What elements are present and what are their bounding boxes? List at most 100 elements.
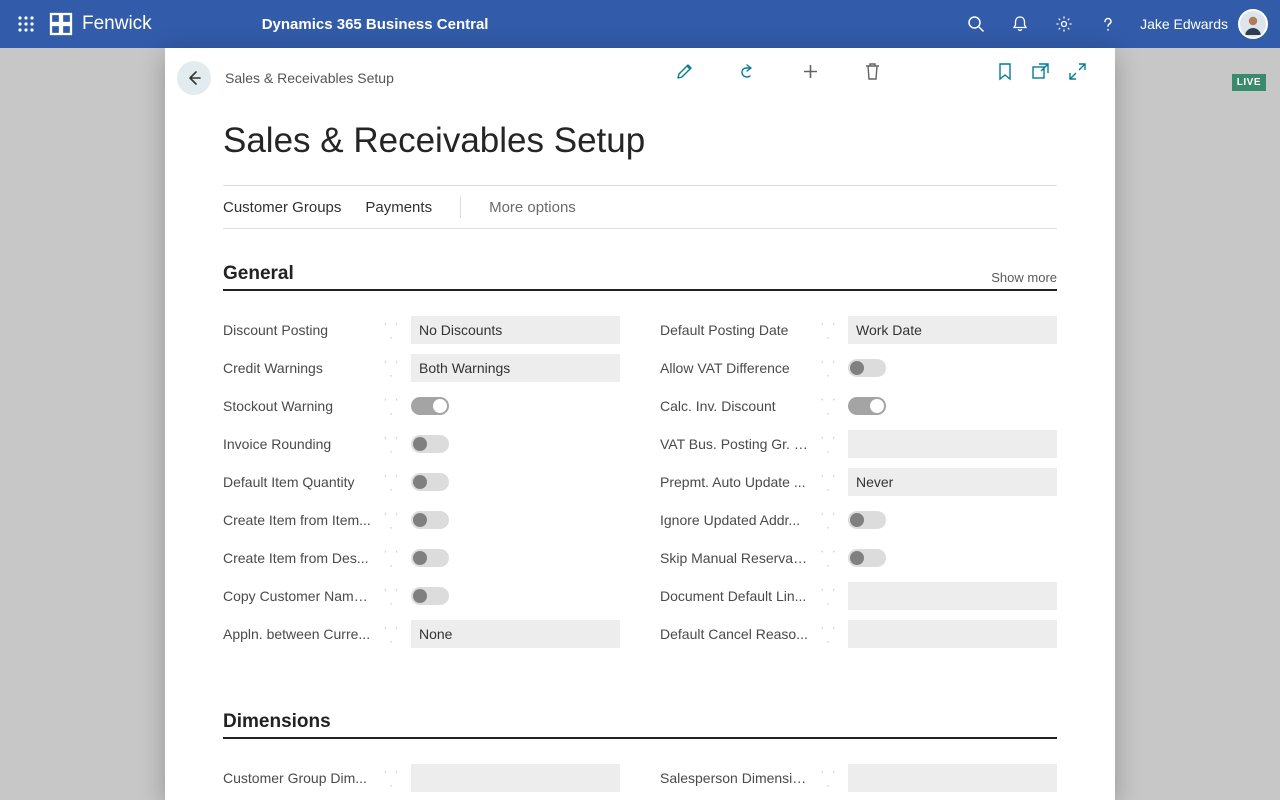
expand-icon (1068, 62, 1087, 81)
trash-icon (864, 62, 881, 81)
toggle[interactable] (411, 397, 449, 415)
field-row: Discount Posting· · · (223, 311, 620, 349)
dots-spacer: · · · (820, 620, 838, 648)
field-label: Discount Posting (223, 322, 373, 338)
field-label: Calc. Inv. Discount (660, 398, 810, 414)
field-input[interactable] (848, 620, 1057, 648)
section-head-general: General Show more (223, 263, 1057, 291)
toggle[interactable] (411, 587, 449, 605)
delete-button[interactable] (864, 62, 881, 81)
brand[interactable]: Fenwick (48, 11, 152, 37)
action-more-options[interactable]: More options (489, 199, 576, 216)
fullscreen-button[interactable] (1068, 62, 1087, 81)
dimensions-grid: Customer Group Dim...· · ·Salesperson Di… (223, 759, 1057, 797)
dots-spacer: · · · (383, 764, 401, 792)
dots-spacer: · · · (820, 468, 838, 496)
field-label: Stockout Warning (223, 398, 373, 414)
dots-spacer: · · · (820, 544, 838, 572)
gear-icon (1055, 15, 1073, 33)
app-launcher-button[interactable] (6, 16, 46, 32)
toggle[interactable] (411, 473, 449, 491)
section-head-dimensions: Dimensions (223, 711, 1057, 739)
general-grid: Discount Posting· · ·Credit Warnings· · … (223, 311, 1057, 653)
share-button[interactable] (738, 62, 757, 81)
toggle[interactable] (411, 511, 449, 529)
user-menu[interactable]: Jake Edwards (1130, 9, 1274, 39)
field-input[interactable] (411, 620, 620, 648)
field-label: Default Item Quantity (223, 474, 373, 490)
field-row: Skip Manual Reservati... · · · (660, 539, 1057, 577)
field-row: Credit Warnings· · · (223, 349, 620, 387)
action-payments[interactable]: Payments (365, 199, 432, 216)
action-customer-groups[interactable]: Customer Groups (223, 199, 341, 216)
dots-spacer: · · · (383, 582, 401, 610)
breadcrumb: Sales & Receivables Setup (225, 70, 394, 86)
setup-card: Sales & Receivables Setup (165, 48, 1115, 800)
field-label: Salesperson Dimensio... (660, 770, 810, 786)
dots-spacer: · · · (383, 392, 401, 420)
field-row: Prepmt. Auto Update ... · · · (660, 463, 1057, 501)
field-input[interactable] (411, 764, 620, 792)
toggle[interactable] (848, 549, 886, 567)
notifications-button[interactable] (998, 0, 1042, 48)
field-input[interactable] (411, 354, 620, 382)
actions-row: Customer Groups Payments More options (223, 185, 1057, 229)
dots-spacer: · · · (383, 354, 401, 382)
field-row: Create Item from Des... · · · (223, 539, 620, 577)
field-row: Invoice Rounding· · · (223, 425, 620, 463)
toggle[interactable] (411, 435, 449, 453)
field-row: Document Default Lin...· · · (660, 577, 1057, 615)
settings-button[interactable] (1042, 0, 1086, 48)
field-label: Create Item from Des... (223, 550, 373, 566)
field-label: Customer Group Dim... (223, 770, 373, 786)
field-row: Salesperson Dimensio... · · · (660, 759, 1057, 797)
field-label: Skip Manual Reservati... (660, 550, 810, 566)
field-row: Allow VAT Difference· · · (660, 349, 1057, 387)
field-input[interactable] (848, 764, 1057, 792)
field-row: Calc. Inv. Discount · · · (660, 387, 1057, 425)
dots-spacer: · · · (820, 764, 838, 792)
toggle[interactable] (848, 397, 886, 415)
arrow-left-icon (185, 69, 203, 87)
live-badge: LIVE (1232, 74, 1266, 91)
help-button[interactable] (1086, 0, 1130, 48)
bookmark-icon (997, 62, 1013, 81)
field-row: Create Item from Item...· · · (223, 501, 620, 539)
card-body: Sales & Receivables Setup Customer Group… (165, 107, 1115, 800)
dots-spacer: · · · (820, 392, 838, 420)
dots-spacer: · · · (383, 506, 401, 534)
search-button[interactable] (954, 0, 998, 48)
user-name: Jake Edwards (1140, 16, 1228, 32)
field-input[interactable] (848, 430, 1057, 458)
new-button[interactable] (801, 62, 820, 81)
field-label: Default Cancel Reaso... (660, 626, 810, 642)
section-title-dimensions: Dimensions (223, 711, 331, 733)
pop-out-icon (1031, 62, 1050, 81)
field-input[interactable] (848, 468, 1057, 496)
actions-separator (460, 196, 461, 218)
show-more-general[interactable]: Show more (991, 270, 1057, 285)
field-row: VAT Bus. Posting Gr. (...· · · (660, 425, 1057, 463)
toggle[interactable] (411, 549, 449, 567)
pop-out-button[interactable] (1031, 62, 1050, 81)
toggle[interactable] (848, 511, 886, 529)
section-title-general: General (223, 263, 294, 285)
toggle[interactable] (848, 359, 886, 377)
field-label: Allow VAT Difference (660, 360, 810, 376)
bookmark-button[interactable] (997, 62, 1013, 81)
field-input[interactable] (411, 316, 620, 344)
dots-spacer: · · · (383, 620, 401, 648)
pencil-icon (675, 62, 694, 81)
field-label: Copy Customer Name... (223, 588, 373, 604)
dots-spacer: · · · (383, 430, 401, 458)
dots-spacer: · · · (383, 468, 401, 496)
edit-button[interactable] (675, 62, 694, 81)
field-label: Prepmt. Auto Update ... (660, 474, 810, 490)
back-button[interactable] (177, 61, 211, 95)
field-input[interactable] (848, 582, 1057, 610)
dots-spacer: · · · (820, 582, 838, 610)
brand-logo-icon (48, 11, 74, 37)
field-row: Appln. between Curre...· · · (223, 615, 620, 653)
field-input[interactable] (848, 316, 1057, 344)
dots-spacer: · · · (383, 544, 401, 572)
